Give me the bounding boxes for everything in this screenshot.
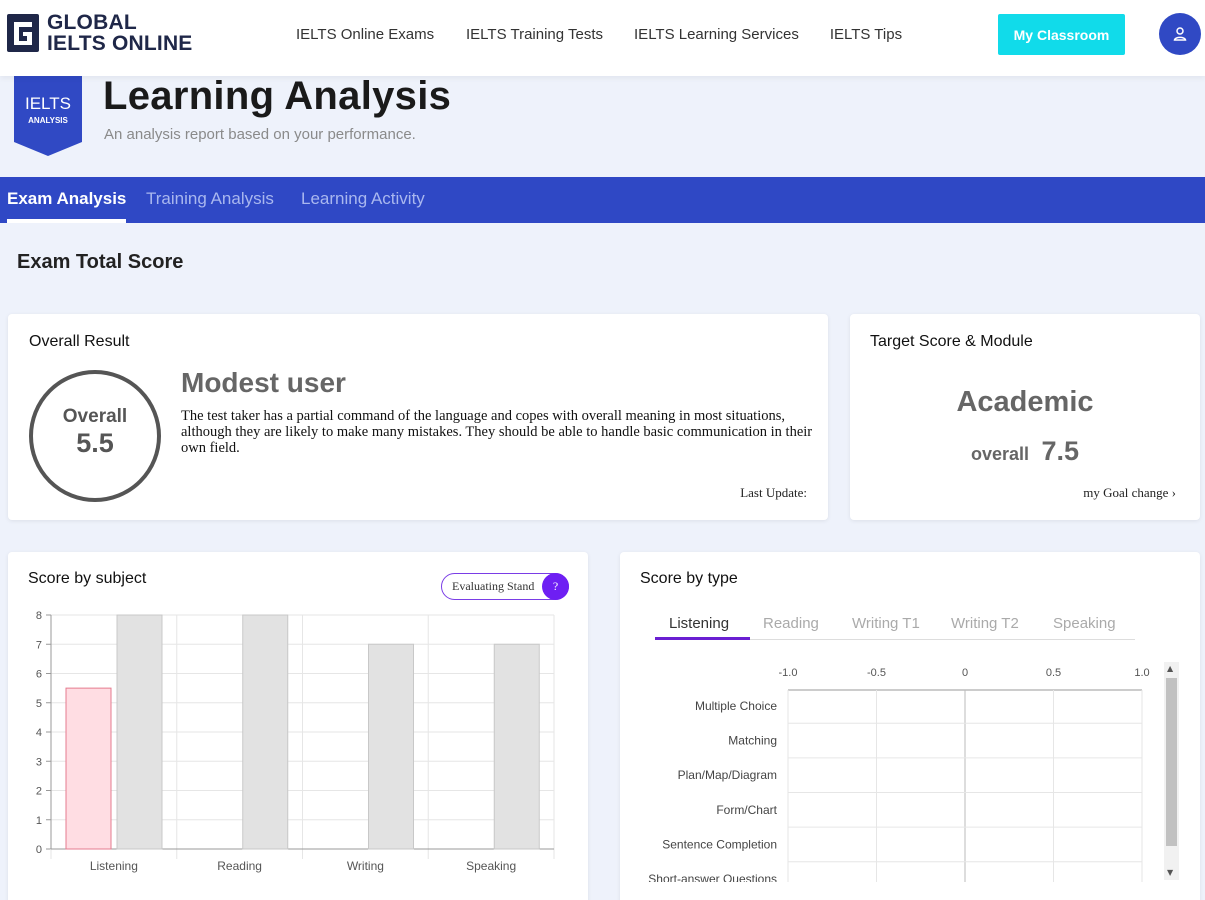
y-tick-label: Multiple Choice (695, 699, 777, 713)
x-tick-label: -0.5 (867, 667, 886, 679)
active-tab-indicator (7, 219, 126, 223)
tab-exam-analysis[interactable]: Exam Analysis (7, 189, 126, 209)
score-by-subject-chart: 0 1 2 3 4 5 6 7 8 Listening Reading Writing Speaking (36, 610, 555, 873)
bar-listening-series-1 (65, 687, 112, 850)
nav-link-learning-services[interactable]: IELTS Learning Services (634, 26, 799, 43)
nav-link-training-tests[interactable]: IELTS Training Tests (466, 26, 603, 43)
scroll-down-icon[interactable]: ▼ (1167, 868, 1173, 877)
bar-listening-series-2 (116, 614, 163, 850)
tab-training-analysis[interactable]: Training Analysis (146, 189, 274, 209)
last-update-label: Last Update: (740, 485, 807, 500)
score-by-type-card: Score by type Listening Reading Writing … (620, 552, 1200, 900)
badge-bottom-text: ANALYSIS (28, 116, 68, 125)
nav-links: IELTS Online Exams IELTS Training Tests … (296, 26, 933, 43)
target-overall-line: overall 7.5 (850, 436, 1200, 467)
x-tick-label: -1.0 (779, 667, 798, 679)
scroll-up-icon[interactable]: ▲ (1167, 664, 1173, 673)
overall-score-ring: Overall 5.5 (29, 370, 161, 502)
logo-mark-icon (7, 14, 39, 52)
overall-ring-label: Overall (62, 406, 128, 427)
target-overall-value: 7.5 (1041, 436, 1080, 466)
target-score-card: Target Score & Module Academic overall 7… (850, 314, 1200, 520)
top-navigation: GLOBAL IELTS ONLINE IELTS Online Exams I… (0, 0, 1205, 76)
y-tick-label: 3 (36, 756, 42, 768)
type-chart-scrollbar[interactable]: ▲ ▼ (1164, 662, 1179, 880)
overall-score-value: 5.5 (76, 428, 114, 458)
bar-reading-series-2 (242, 614, 289, 850)
user-avatar-button[interactable] (1159, 13, 1201, 55)
nav-link-tips[interactable]: IELTS Tips (830, 26, 902, 43)
y-tick-label: Plan/Map/Diagram (678, 768, 777, 782)
tab-learning-activity[interactable]: Learning Activity (301, 189, 425, 209)
x-tick-label: Reading (217, 859, 262, 873)
y-tick-label: 1 (36, 815, 42, 827)
badge-top-text: IELTS (25, 94, 71, 113)
my-classroom-button[interactable]: My Classroom (998, 14, 1125, 55)
brand-name: GLOBAL IELTS ONLINE (47, 12, 193, 54)
target-score-title: Target Score & Module (870, 333, 1033, 350)
score-by-subject-card: Score by subject Evaluating Stand ? 0123… (8, 552, 588, 900)
bar-writing-series-2 (368, 643, 414, 850)
y-tick-label: 7 (36, 639, 42, 651)
level-description: The test taker has a partial command of … (181, 408, 813, 456)
x-tick-label: 1.0 (1134, 667, 1149, 679)
y-tick-label: 5 (36, 698, 42, 710)
x-tick-label: Writing (347, 859, 384, 873)
y-tick-label: 6 (36, 669, 42, 681)
target-overall-label: overall (970, 444, 1030, 464)
brand-line-2: IELTS ONLINE (47, 32, 193, 55)
brand-logo[interactable]: GLOBAL IELTS ONLINE (7, 12, 193, 54)
y-tick-label: Short-answer Questions (648, 872, 777, 882)
level-title: Modest user (181, 367, 346, 398)
page-title: Learning Analysis (103, 74, 452, 118)
analysis-tab-bar: Exam Analysis Training Analysis Learning… (0, 177, 1205, 223)
y-tick-label: Form/Chart (716, 803, 777, 817)
y-tick-label: Matching (728, 734, 777, 748)
y-tick-label: Sentence Completion (662, 837, 777, 851)
x-tick-label: 0.5 (1046, 667, 1061, 679)
nav-link-online-exams[interactable]: IELTS Online Exams (296, 26, 436, 43)
x-tick-label: Speaking (466, 859, 516, 873)
score-by-type-chart: -1.0 -0.5 0 0.5 1.0 Multiple Choice Matching Pl… (648, 667, 1150, 882)
overall-result-card: Overall Result Overall 5.5 Modest user T… (8, 314, 828, 520)
y-tick-label: 8 (36, 610, 42, 622)
analysis-badge: IELTS ANALYSIS (14, 76, 82, 156)
x-tick-label: 0 (962, 667, 968, 679)
user-icon (1173, 27, 1187, 41)
y-tick-label: 0 (36, 844, 42, 856)
y-tick-label: 4 (36, 727, 42, 739)
brand-line-1: GLOBAL (47, 11, 137, 34)
page-subtitle: An analysis report based on your perform… (104, 126, 416, 143)
section-title: Exam Total Score (17, 251, 184, 273)
goal-change-link[interactable]: my Goal change › (1083, 485, 1176, 501)
overall-result-title: Overall Result (29, 333, 130, 350)
bar-speaking-series-2 (493, 643, 540, 850)
y-tick-label: 2 (36, 786, 42, 798)
target-module: Academic (956, 386, 1094, 418)
x-tick-label: Listening (90, 859, 138, 873)
scroll-thumb[interactable] (1166, 678, 1177, 846)
